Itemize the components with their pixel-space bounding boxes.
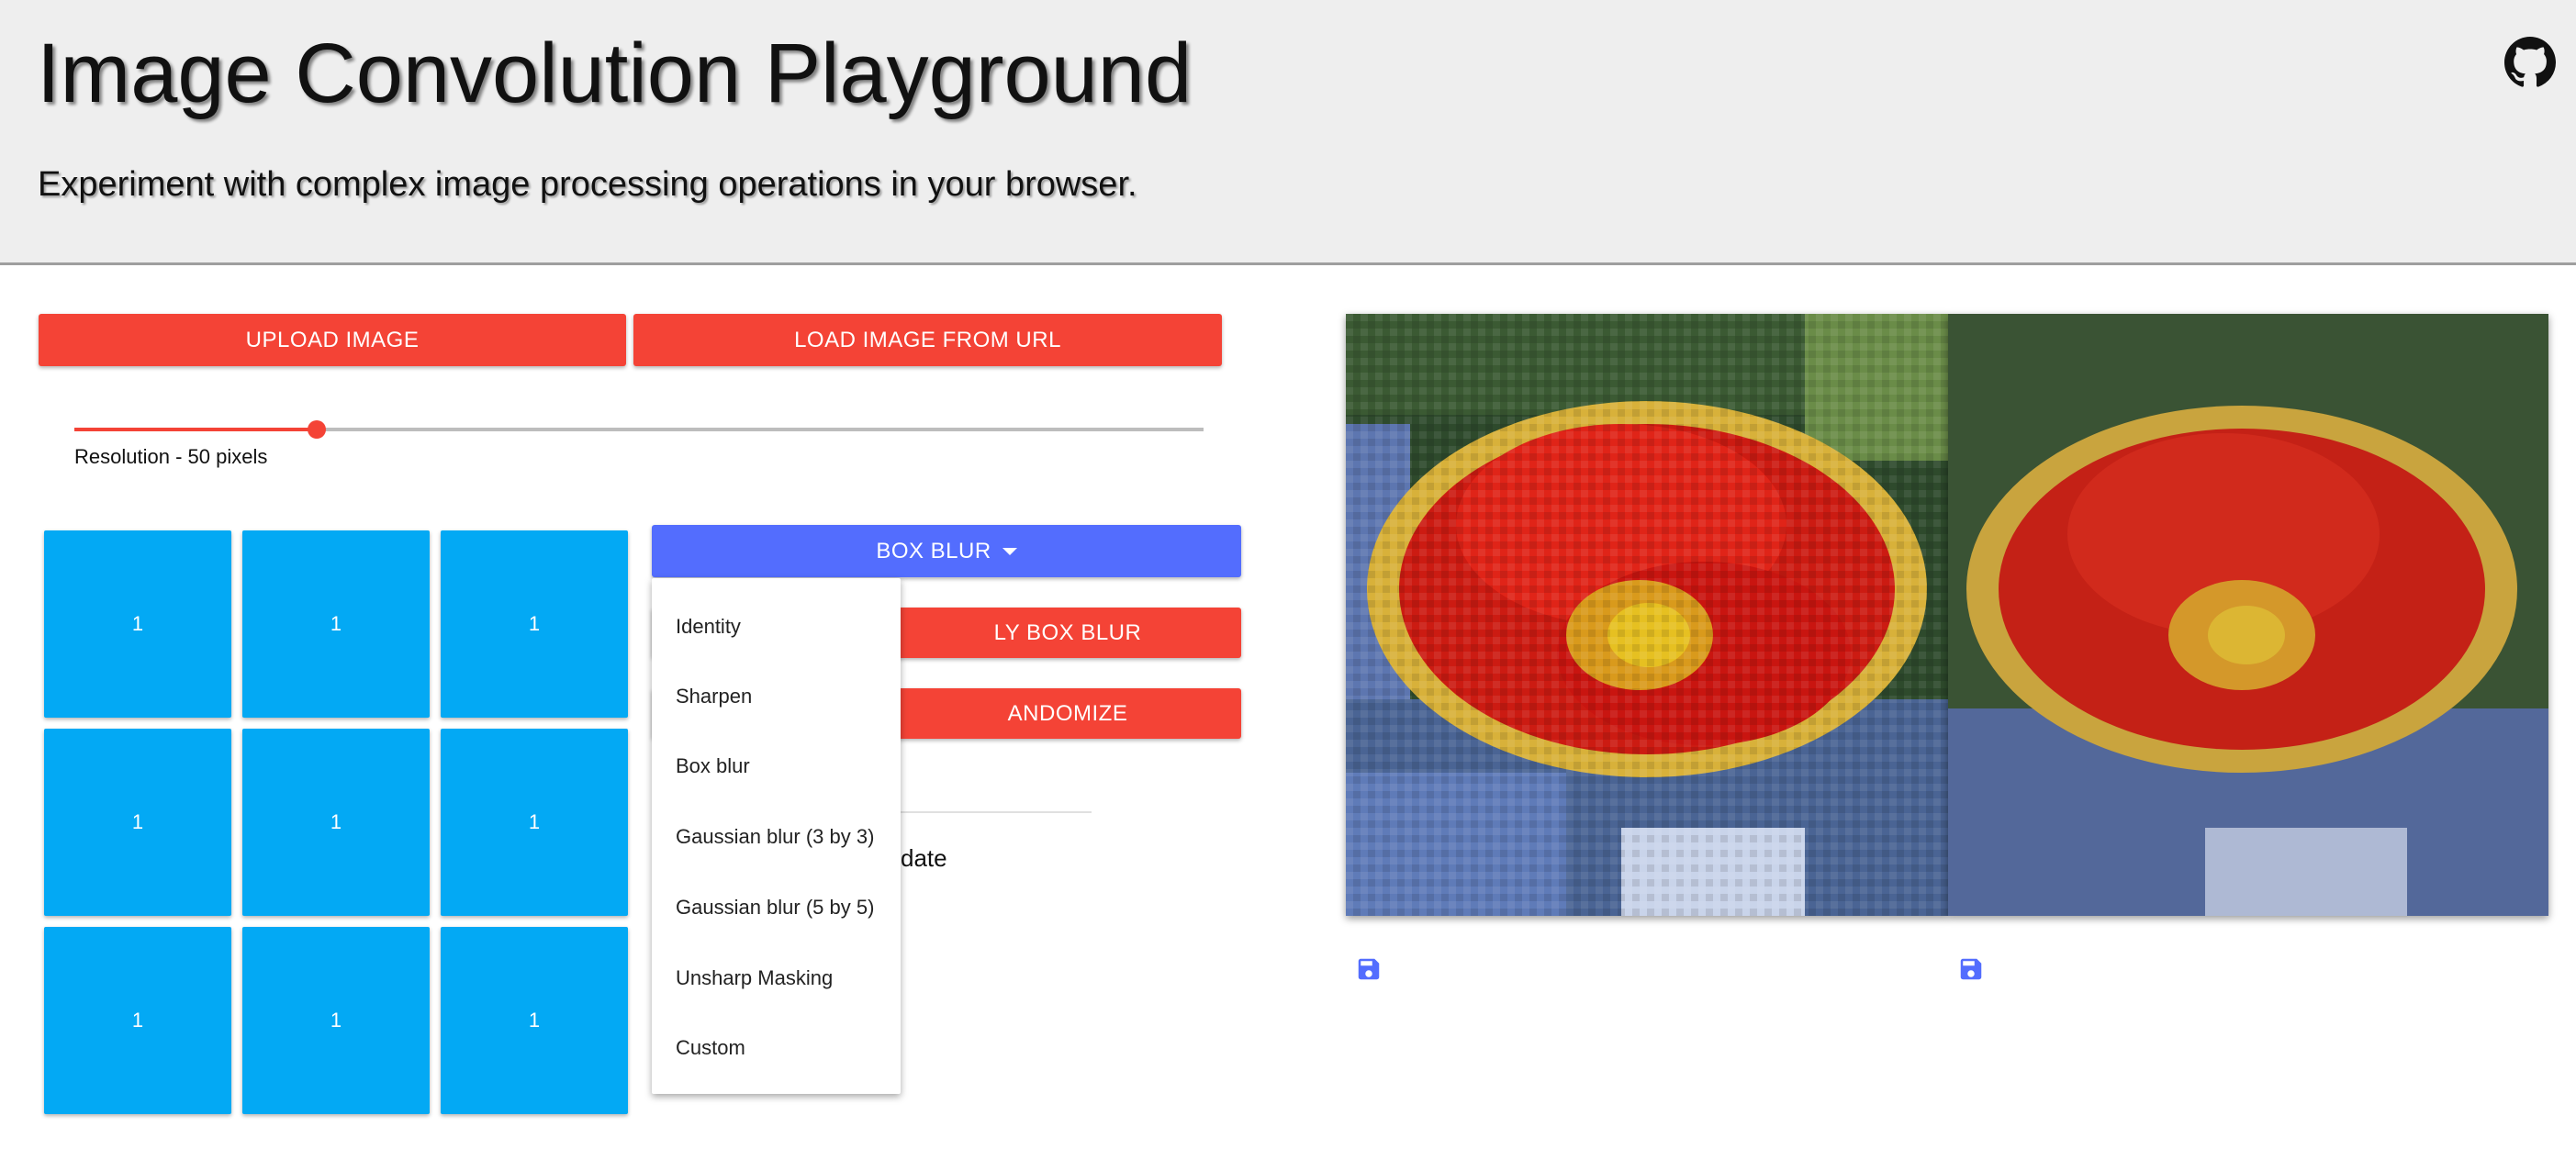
page-header: Image Convolution Playground Experiment … xyxy=(0,0,2576,265)
floppy-disk-icon[interactable] xyxy=(1355,955,1383,983)
preset-menu: Identity Sharpen Box blur Gaussian blur … xyxy=(652,578,901,1094)
menu-item-gaussian-3[interactable]: Gaussian blur (3 by 3) xyxy=(676,825,874,849)
input-image xyxy=(1346,314,1948,916)
github-icon[interactable] xyxy=(2504,37,2556,88)
divider xyxy=(901,811,1092,813)
load-image-url-button[interactable]: Load Image From URL xyxy=(633,314,1222,366)
floppy-disk-icon[interactable] xyxy=(1957,955,1985,983)
kernel-cell[interactable]: 1 xyxy=(44,530,231,718)
preset-selected-label: Box Blur xyxy=(876,538,991,563)
preset-dropdown-button[interactable]: Box Blur xyxy=(652,525,1241,577)
autoupdate-label: date xyxy=(901,844,947,872)
slider-fill xyxy=(74,428,318,431)
kernel-cell[interactable]: 1 xyxy=(242,729,430,916)
menu-item-box-blur[interactable]: Box blur xyxy=(676,754,750,778)
menu-item-identity[interactable]: Identity xyxy=(676,615,741,639)
slider-thumb[interactable] xyxy=(308,420,327,439)
kernel-cell[interactable]: 1 xyxy=(242,927,430,1114)
apply-button-label: ly Box Blur xyxy=(993,619,1142,645)
page-subtitle: Experiment with complex image processing… xyxy=(38,165,1137,204)
kernel-cell[interactable]: 1 xyxy=(44,729,231,916)
caret-down-icon xyxy=(1002,547,1017,555)
kernel-cell[interactable]: 1 xyxy=(441,729,628,916)
resolution-slider[interactable] xyxy=(74,420,1204,439)
kernel-cell[interactable]: 1 xyxy=(44,927,231,1114)
menu-item-custom[interactable]: Custom xyxy=(676,1036,745,1060)
upload-image-button[interactable]: Upload Image xyxy=(39,314,626,366)
page-title: Image Convolution Playground xyxy=(37,27,1193,120)
randomize-button-label: andomize xyxy=(1007,700,1128,726)
resolution-label: Resolution - 50 pixels xyxy=(74,445,268,468)
kernel-cell[interactable]: 1 xyxy=(441,530,628,718)
kernel-cell[interactable]: 1 xyxy=(242,530,430,718)
menu-item-gaussian-5[interactable]: Gaussian blur (5 by 5) xyxy=(676,896,874,920)
menu-item-unsharp-masking[interactable]: Unsharp Masking xyxy=(676,966,833,990)
menu-item-sharpen[interactable]: Sharpen xyxy=(676,685,752,708)
output-image xyxy=(1948,314,2548,916)
kernel-cell[interactable]: 1 xyxy=(441,927,628,1114)
